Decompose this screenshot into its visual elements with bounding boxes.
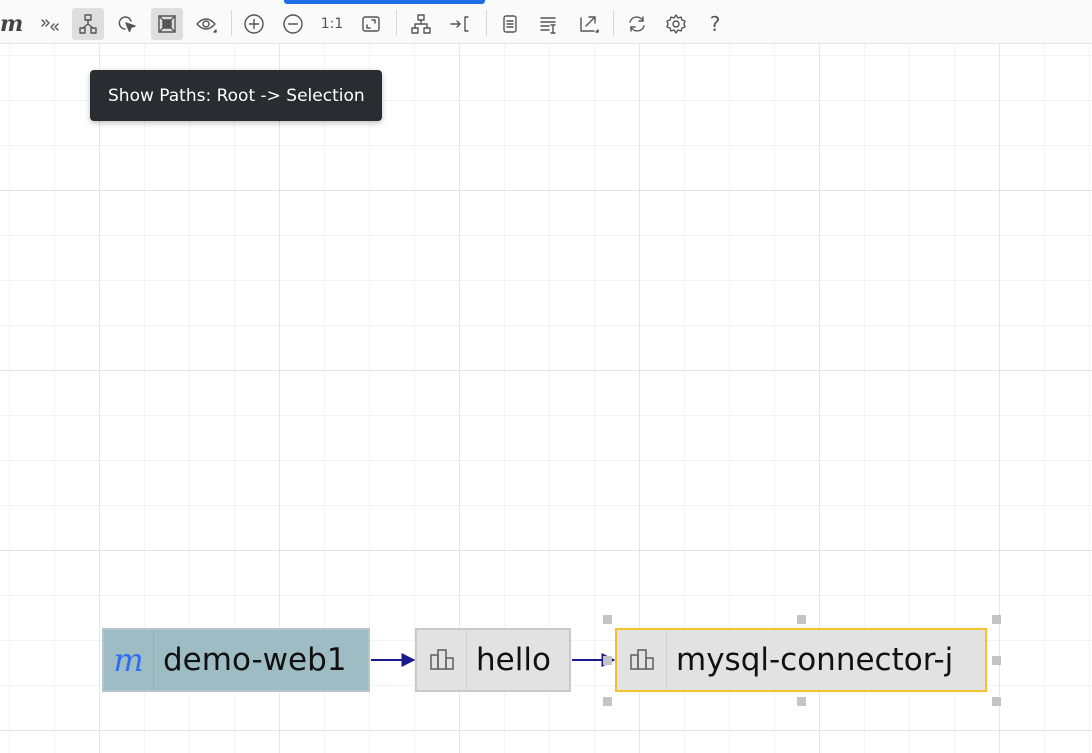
tooltip-text: Show Paths: Root -> Selection <box>108 85 365 106</box>
resize-handle[interactable] <box>603 697 612 706</box>
toolbar-separator <box>613 10 614 36</box>
module-icon <box>417 630 467 690</box>
resize-handle[interactable] <box>603 615 612 624</box>
toolbar: m 1:1 ? <box>0 0 1092 44</box>
eye-icon[interactable] <box>190 8 222 40</box>
refresh-icon[interactable] <box>621 8 653 40</box>
resize-handle[interactable] <box>797 697 806 706</box>
toolbar-separator <box>486 10 487 36</box>
graph-node-root[interactable]: m demo-web1 <box>102 628 370 692</box>
actual-size-button[interactable]: 1:1 <box>316 8 348 40</box>
toolbar-separator <box>396 10 397 36</box>
tree-paths-icon[interactable] <box>72 8 104 40</box>
resize-handle[interactable] <box>992 615 1001 624</box>
resize-handle[interactable] <box>992 656 1001 665</box>
node-label: demo-web1 <box>163 642 347 678</box>
node-label: hello <box>476 642 551 678</box>
fit-window-icon[interactable] <box>355 8 387 40</box>
text-search-icon[interactable] <box>533 8 565 40</box>
resize-handle[interactable] <box>797 615 806 624</box>
hierarchy-icon[interactable] <box>405 8 437 40</box>
goto-bracket-icon[interactable] <box>444 8 476 40</box>
resize-handle[interactable] <box>992 697 1001 706</box>
module-icon <box>617 630 667 690</box>
double-chevron-icon[interactable] <box>34 8 66 40</box>
resize-handle[interactable] <box>603 656 612 665</box>
zoom-out-icon[interactable] <box>277 8 309 40</box>
frame-icon[interactable] <box>151 8 183 40</box>
show-paths-tooltip: Show Paths: Root -> Selection <box>90 70 382 121</box>
zoom-in-icon[interactable] <box>238 8 270 40</box>
graph-node-hello[interactable]: hello <box>415 628 571 692</box>
loading-progress-bar <box>284 0 485 4</box>
export-icon[interactable] <box>572 8 604 40</box>
maven-m-icon: m <box>104 630 154 690</box>
node-label: mysql-connector-j <box>676 642 954 678</box>
cursor-select-icon[interactable] <box>111 8 143 40</box>
gear-icon[interactable] <box>660 8 692 40</box>
toolbar-separator <box>231 10 232 36</box>
graph-node-mysql-connector-j[interactable]: mysql-connector-j <box>615 628 987 692</box>
document-icon[interactable] <box>494 8 526 40</box>
app-logo: m <box>0 11 24 37</box>
help-button[interactable]: ? <box>699 8 731 40</box>
